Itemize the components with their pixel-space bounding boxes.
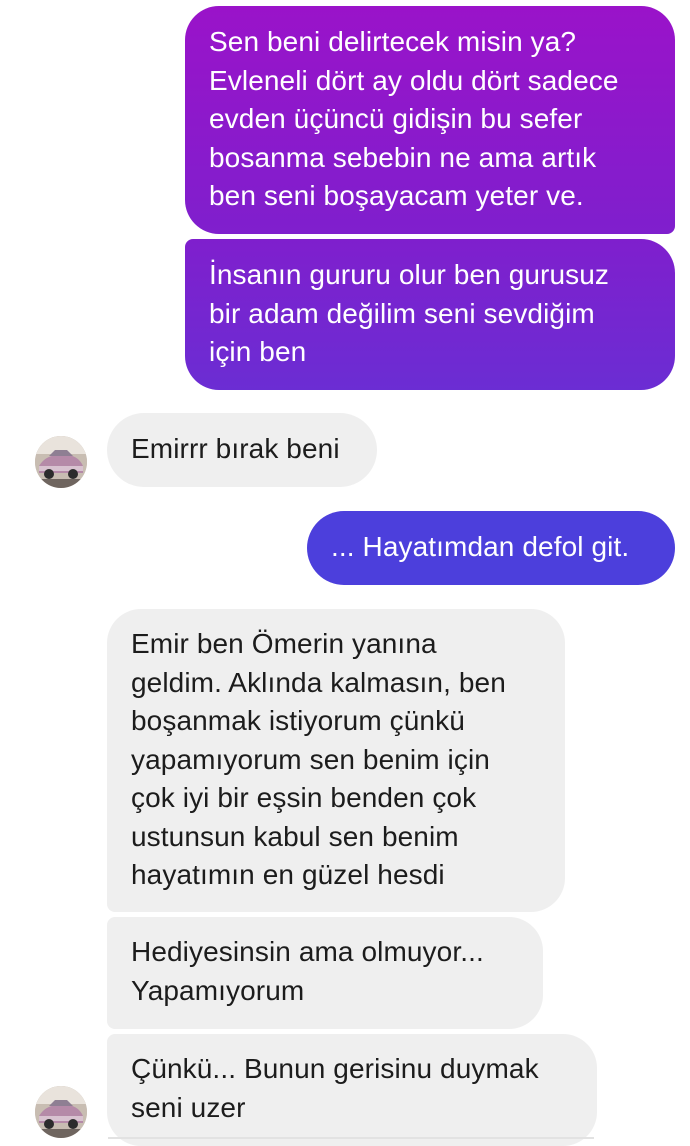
contact-avatar[interactable] bbox=[35, 1086, 87, 1138]
incoming-message[interactable]: Hediyesinsin ama olmuyor... Yapamıyorum bbox=[107, 917, 543, 1029]
contact-avatar[interactable] bbox=[35, 436, 87, 488]
vintage-car-icon bbox=[35, 1086, 87, 1138]
vintage-car-icon bbox=[35, 436, 87, 488]
outgoing-message[interactable]: İnsanın gururu olur ben gurusuz bir adam… bbox=[185, 239, 675, 390]
incoming-message[interactable]: Emirrr bırak beni bbox=[107, 413, 377, 487]
incoming-message[interactable]: Çünkü... Bunun gerisinu duymak seni uzer bbox=[107, 1034, 597, 1146]
outgoing-message[interactable]: Sen beni delirtecek misin ya? Evleneli d… bbox=[185, 6, 675, 234]
outgoing-message[interactable]: ... Hayatımdan defol git. bbox=[307, 511, 675, 585]
incoming-message[interactable]: Emir ben Ömerin yanına geldim. Aklında k… bbox=[107, 609, 565, 912]
